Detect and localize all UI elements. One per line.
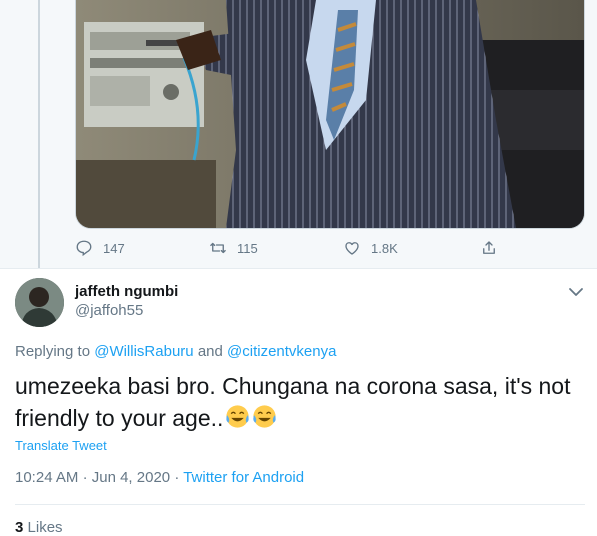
- retweet-icon: [210, 242, 226, 254]
- meta-divider: [15, 504, 585, 505]
- tweet-text: umezeeka basi bro. Chungana na corona sa…: [15, 370, 585, 434]
- translate-tweet-link[interactable]: Translate Tweet: [15, 438, 107, 453]
- tweet-meta: 10:24 AM · Jun 4, 2020 · Twitter for And…: [15, 469, 304, 486]
- mention-link-citizentvkenya[interactable]: @citizentvkenya: [227, 343, 336, 360]
- meta-separator: ·: [174, 469, 180, 486]
- mention-link-willisraburu[interactable]: @WillisRaburu: [94, 343, 193, 360]
- retweet-button[interactable]: 115: [209, 236, 258, 260]
- username[interactable]: @jaffoh55: [75, 302, 143, 319]
- share-icon: [483, 241, 495, 254]
- likes-count: 3: [15, 519, 24, 536]
- share-button[interactable]: [480, 236, 508, 260]
- chevron-down-icon[interactable]: [566, 282, 586, 302]
- photo-image: [76, 0, 584, 228]
- replying-prefix: Replying to: [15, 343, 91, 360]
- replying-to: Replying to @WillisRaburu and @citizentv…: [15, 343, 336, 360]
- parent-tweet-actions: 147 115 1.8K: [75, 236, 583, 260]
- likes-label: Likes: [27, 519, 63, 536]
- reply-button[interactable]: 147: [75, 236, 125, 260]
- meta-separator: ·: [82, 469, 88, 486]
- retweet-count: 115: [237, 240, 258, 256]
- likes-summary[interactable]: 3 Likes: [15, 519, 63, 536]
- tweet-text-body: umezeeka basi bro. Chungana na corona sa…: [15, 373, 571, 431]
- display-name[interactable]: jaffeth ngumbi: [75, 283, 178, 300]
- tweet-divider: [0, 268, 597, 269]
- tweet-source-link[interactable]: Twitter for Android: [183, 469, 304, 486]
- tweet-date[interactable]: Jun 4, 2020: [92, 469, 170, 486]
- thread-connector-line: [38, 0, 40, 268]
- parent-tweet[interactable]: 147 115 1.8K: [0, 0, 597, 268]
- heart-icon: [345, 242, 359, 255]
- replying-and: and: [197, 343, 223, 360]
- face-with-tears-of-joy-icon: [253, 405, 277, 428]
- tweet-time[interactable]: 10:24 AM: [15, 469, 78, 486]
- like-count: 1.8K: [371, 240, 398, 256]
- tweet-media-photo[interactable]: [75, 0, 585, 229]
- reply-count: 147: [103, 240, 125, 256]
- avatar[interactable]: [15, 278, 64, 327]
- face-with-tears-of-joy-icon: [226, 405, 250, 428]
- avatar-image: [15, 278, 64, 327]
- reply-icon: [76, 240, 92, 257]
- like-button[interactable]: 1.8K: [343, 236, 398, 260]
